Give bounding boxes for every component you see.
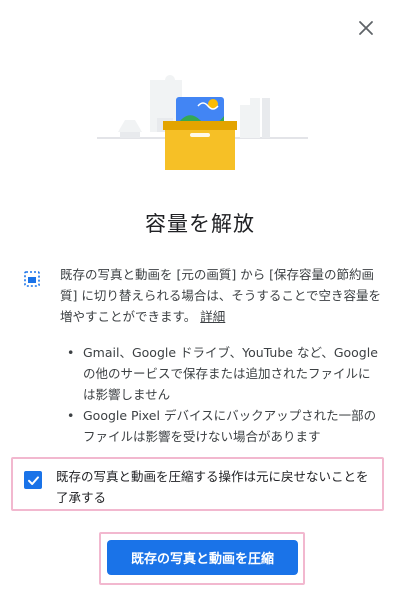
acknowledge-checkbox[interactable] <box>20 467 46 493</box>
checkbox-box <box>24 471 42 489</box>
acknowledge-label: 既存の写真と動画を圧縮する操作は元に戻せないことを了承する <box>56 469 369 505</box>
learn-more-link[interactable]: 詳細 <box>200 309 225 324</box>
storage-box-illustration <box>97 75 308 170</box>
info-paragraph: 既存の写真と動画を [元の画質] から [保存容量の節約画質] に切り替えられる… <box>60 264 390 327</box>
photo-storage-icon <box>24 271 40 287</box>
list-item: Google Pixel デバイスにバックアップされた一部のファイルは影響を受け… <box>67 405 382 447</box>
check-icon <box>27 475 39 485</box>
compress-button[interactable]: 既存の写真と動画を圧縮 <box>107 540 298 575</box>
dialog-title: 容量を解放 <box>145 212 255 236</box>
list-item: Gmail、Google ドライブ、YouTube など、Google の他のサ… <box>67 342 382 405</box>
bullet-list: Gmail、Google ドライブ、YouTube など、Google の他のサ… <box>67 342 382 447</box>
